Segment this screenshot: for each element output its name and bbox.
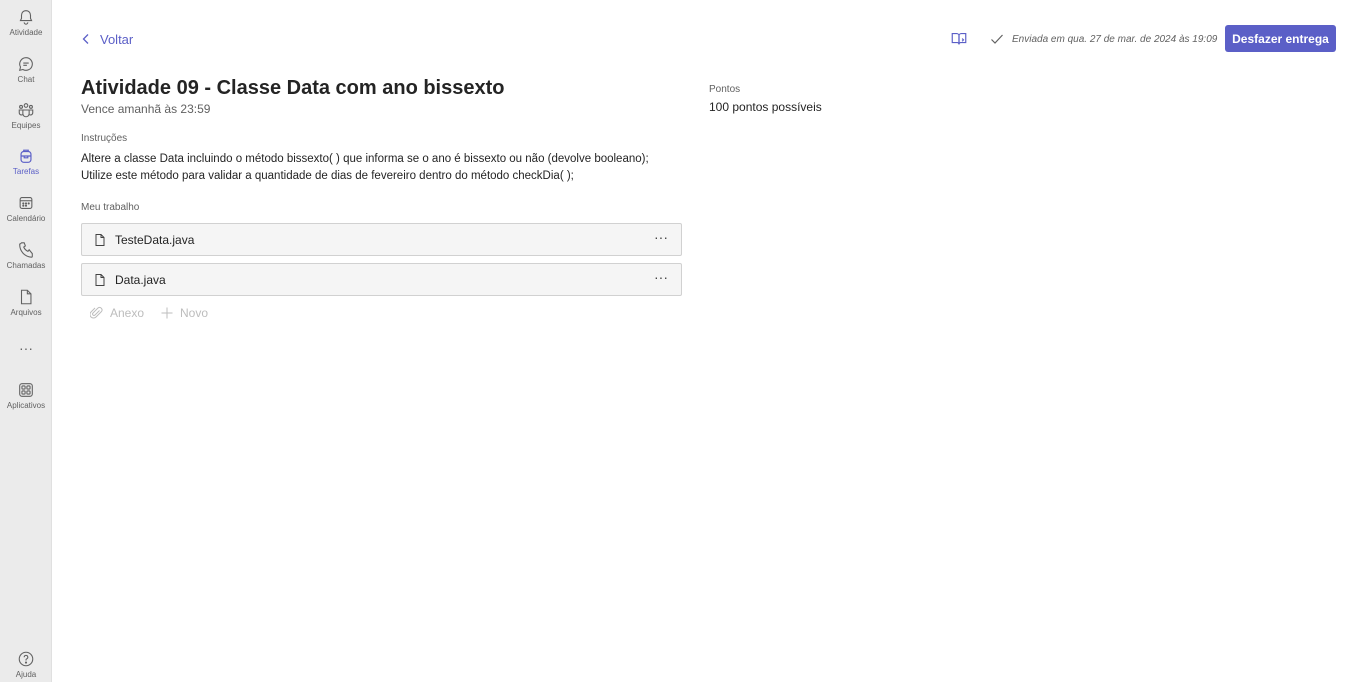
file-more-options-button[interactable]: ··· xyxy=(651,230,671,250)
file-name: TesteData.java xyxy=(115,232,195,247)
new-file-button[interactable]: Novo xyxy=(160,305,208,321)
points-value: 100 pontos possíveis xyxy=(709,100,822,114)
points-label: Pontos xyxy=(709,84,741,95)
document-icon xyxy=(95,233,105,246)
instructions-label: Instruções xyxy=(81,133,128,144)
phone-icon xyxy=(19,242,33,258)
rail-item-atividade[interactable]: Atividade xyxy=(0,0,52,44)
bell-icon xyxy=(19,10,33,25)
teams-icon xyxy=(18,103,34,118)
file-icon xyxy=(20,289,32,305)
paperclip-icon xyxy=(90,307,103,319)
back-label: Voltar xyxy=(100,31,134,47)
file-item[interactable]: TesteData.java ··· xyxy=(81,223,682,256)
immersive-reader-icon[interactable] xyxy=(950,30,968,48)
backpack-icon xyxy=(20,149,32,163)
rail-item-label: Arquivos xyxy=(10,308,42,317)
rail-item-chat[interactable]: Chat xyxy=(0,47,52,91)
rail-item-tarefas[interactable]: Tarefas xyxy=(0,139,52,183)
chat-icon xyxy=(18,57,33,72)
help-icon xyxy=(18,651,34,667)
attach-button[interactable]: Anexo xyxy=(90,305,144,321)
attach-label: Anexo xyxy=(110,306,145,320)
rail-item-label: Tarefas xyxy=(12,167,40,176)
file-name: Data.java xyxy=(115,272,166,287)
file-item[interactable]: Data.java ··· xyxy=(81,263,682,296)
checkmark-icon xyxy=(991,34,1003,44)
file-more-options-button[interactable]: ··· xyxy=(651,270,671,290)
new-label: Novo xyxy=(180,306,209,320)
undo-submission-button[interactable]: Desfazer entrega xyxy=(1225,25,1336,52)
rail-item-calendario[interactable]: Calendário xyxy=(0,186,52,230)
rail-item-equipes[interactable]: Equipes xyxy=(0,93,52,137)
page-title: Atividade 09 - Classe Data com ano bisse… xyxy=(81,77,505,99)
app-rail: Atividade Chat Equipes Tarefas Calendári… xyxy=(0,0,52,682)
my-work-label: Meu trabalho xyxy=(81,202,140,213)
instruction-line: Altere a classe Data incluindo o método … xyxy=(81,153,649,165)
apps-icon xyxy=(19,383,33,397)
due-date: Vence amanhã às 23:59 xyxy=(81,102,211,116)
rail-item-ajuda[interactable]: Ajuda xyxy=(0,642,52,682)
rail-item-chamadas[interactable]: Chamadas xyxy=(0,233,52,277)
submitted-text: Enviada em qua. 27 de mar. de 2024 às 19… xyxy=(1012,33,1218,45)
plus-icon xyxy=(161,307,173,319)
chevron-left-icon xyxy=(82,34,89,44)
more-apps-button[interactable]: ··· xyxy=(0,340,52,360)
instruction-line: Utilize este método para validar a quant… xyxy=(81,170,574,182)
rail-item-label: Aplicativos xyxy=(6,401,46,410)
instructions-text: Altere a classe Data incluindo o método … xyxy=(81,151,681,185)
document-icon xyxy=(95,273,105,286)
rail-item-label: Chat xyxy=(17,75,35,84)
rail-item-label: Ajuda xyxy=(15,670,37,679)
rail-item-arquivos[interactable]: Arquivos xyxy=(0,280,52,324)
rail-item-label: Chamadas xyxy=(6,261,46,270)
rail-item-label: Calendário xyxy=(6,214,46,223)
rail-item-label: Atividade xyxy=(9,28,43,37)
rail-item-label: Equipes xyxy=(11,121,41,130)
back-link[interactable]: Voltar xyxy=(80,29,133,49)
rail-item-aplicativos[interactable]: Aplicativos xyxy=(0,373,52,417)
submitted-status: Enviada em qua. 27 de mar. de 2024 às 19… xyxy=(990,30,1217,48)
calendar-icon xyxy=(19,197,33,209)
